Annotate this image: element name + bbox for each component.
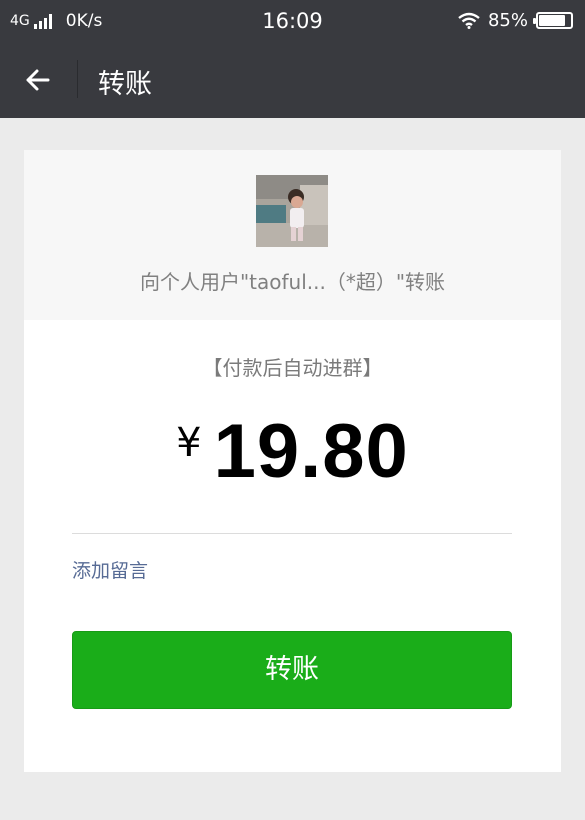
amount-value: 19.80	[213, 409, 409, 494]
transfer-button[interactable]: 转账	[72, 631, 512, 709]
battery-percent: 85%	[487, 10, 528, 31]
avatar	[256, 175, 328, 247]
transfer-note: 【付款后自动进群】	[202, 356, 383, 380]
currency-symbol: ¥	[176, 420, 202, 466]
battery-icon	[533, 12, 573, 29]
nav-bar: 转账	[0, 40, 585, 118]
recipient-text: 向个人用户"taoful...（*超）"转账	[139, 270, 446, 294]
recipient-header: 向个人用户"taoful...（*超）"转账	[24, 150, 561, 320]
divider-line	[72, 533, 512, 534]
nav-divider	[77, 60, 78, 98]
status-bar: 4G 0K/s 16:09 85%	[0, 0, 585, 40]
add-message-link[interactable]: 添加留言	[72, 556, 148, 583]
battery-fill	[539, 15, 566, 26]
wifi-icon	[458, 12, 480, 29]
amount-display: ¥19.80	[24, 408, 561, 495]
transfer-card: 向个人用户"taoful...（*超）"转账 【付款后自动进群】 ¥19.80 …	[24, 150, 561, 772]
page-title: 转账	[98, 69, 152, 100]
back-arrow-icon[interactable]	[20, 62, 56, 98]
